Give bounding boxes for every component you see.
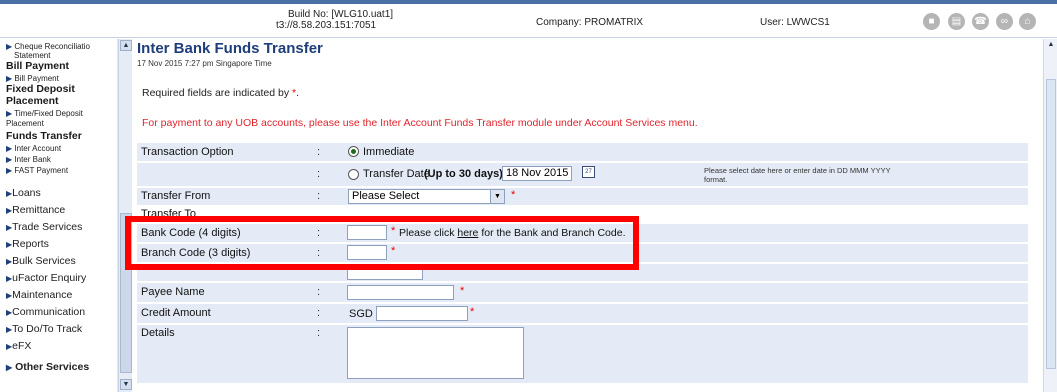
colon: : bbox=[317, 146, 321, 158]
sidebar-item-time-fixed-deposit[interactable]: ▶ Time/Fixed Deposit bbox=[6, 109, 83, 118]
triangle-icon: ▶ bbox=[6, 166, 13, 175]
credit-amount-label: Credit Amount bbox=[141, 307, 211, 319]
transfer-date-radio[interactable] bbox=[348, 169, 359, 180]
sidebar-header-bill-payment: Bill Payment bbox=[6, 60, 70, 72]
payee-name-row: Payee Name : * bbox=[137, 283, 1028, 302]
immediate-label: Immediate bbox=[363, 146, 415, 158]
triangle-icon: ▶ bbox=[6, 74, 13, 83]
sidebar-item-to-do-to-track[interactable]: ▶To Do/To Track bbox=[6, 323, 82, 335]
immediate-radio[interactable] bbox=[348, 146, 359, 157]
transfer-date-label: Transfer Date bbox=[363, 168, 430, 180]
scroll-down-icon[interactable]: ▼ bbox=[120, 379, 132, 390]
sidebar-item-maintenance[interactable]: ▶Maintenance bbox=[6, 289, 72, 301]
required-note: Required fields are indicated by *. bbox=[142, 87, 300, 99]
triangle-icon: ▶ bbox=[6, 155, 13, 164]
colon: : bbox=[317, 168, 321, 180]
sidebar-item-cheque-reconciliation[interactable]: ▶ Cheque Reconciliatio bbox=[6, 42, 90, 51]
colon: : bbox=[317, 286, 321, 298]
sidebar-header-funds-transfer: Funds Transfer bbox=[6, 130, 82, 142]
build-number: Build No: [WLG10.uat1] bbox=[288, 9, 394, 20]
user-name: User: LWWCS1 bbox=[760, 17, 830, 28]
date-format-help: Please select date here or enter date in… bbox=[704, 166, 891, 184]
home-icon[interactable]: ⌂ bbox=[1019, 13, 1036, 30]
sidebar-header-fixed-deposit: Fixed Deposit bbox=[6, 83, 75, 95]
uob-notice: For payment to any UOB accounts, please … bbox=[142, 117, 698, 129]
header-bar: Build No: [WLG10.uat1] t3://8.58.203.151… bbox=[0, 4, 1057, 38]
build-info: Build No: [WLG10.uat1] t3://8.58.203.151… bbox=[276, 9, 393, 31]
phone-icon[interactable]: ☎ bbox=[972, 13, 989, 30]
triangle-icon: ▶ bbox=[6, 42, 13, 51]
triangle-icon: ▶ bbox=[6, 363, 13, 372]
sidebar-item-trade-services[interactable]: ▶Trade Services bbox=[6, 221, 82, 233]
sidebar-item-reports[interactable]: ▶Reports bbox=[6, 238, 49, 250]
sidebar-item-inter-account[interactable]: ▶ Inter Account bbox=[6, 144, 61, 153]
details-textarea[interactable] bbox=[347, 327, 524, 379]
lock-icon[interactable]: ■ bbox=[923, 13, 940, 30]
sidebar-header-placement: Placement bbox=[6, 95, 59, 107]
transfer-from-row: Transfer From : Please Select ▼ * bbox=[137, 188, 1028, 205]
currency-label: SGD bbox=[349, 308, 373, 320]
sidebar-item-inter-bank[interactable]: ▶ Inter Bank bbox=[6, 155, 51, 164]
sidebar-item-efx[interactable]: ▶eFX bbox=[6, 340, 31, 352]
colon: : bbox=[317, 190, 321, 202]
triangle-icon: ▶ bbox=[6, 109, 13, 118]
triangle-icon: ▶ bbox=[6, 144, 13, 153]
server-address: t3://8.58.203.151:7051 bbox=[276, 20, 377, 31]
highlight-box bbox=[125, 216, 639, 270]
sidebar-item-loans[interactable]: ▶Loans bbox=[6, 187, 41, 199]
details-label: Details bbox=[141, 327, 175, 339]
sidebar-item-bill-payment[interactable]: ▶ Bill Payment bbox=[6, 74, 59, 83]
colon: : bbox=[317, 307, 321, 319]
calendar-icon[interactable]: 27 bbox=[582, 166, 595, 178]
scroll-up-icon[interactable]: ▲ bbox=[1045, 40, 1057, 51]
sidebar-item-ufactor-enquiry[interactable]: ▶uFactor Enquiry bbox=[6, 272, 86, 284]
scrollbar-thumb[interactable] bbox=[1046, 79, 1056, 369]
sidebar-item-communication[interactable]: ▶Communication bbox=[6, 306, 85, 318]
transfer-date-hint: (Up to 30 days) bbox=[424, 168, 503, 180]
details-row: Details : bbox=[137, 325, 1028, 383]
payee-name-label: Payee Name bbox=[141, 286, 205, 298]
required-star: * bbox=[511, 189, 516, 201]
transfer-date-row: : Transfer Date (Up to 30 days) 18 Nov 2… bbox=[137, 163, 1028, 186]
page-scrollbar[interactable]: ▲ bbox=[1043, 39, 1057, 392]
payee-name-input[interactable] bbox=[347, 285, 454, 300]
transaction-option-row: Transaction Option : Immediate bbox=[137, 143, 1028, 161]
transaction-option-label: Transaction Option bbox=[141, 146, 234, 158]
credit-amount-row: Credit Amount : SGD * bbox=[137, 304, 1028, 323]
sidebar-item-statement[interactable]: Statement bbox=[14, 51, 50, 60]
company-name: Company: PROMATRIX bbox=[536, 17, 644, 28]
sidebar-item-remittance[interactable]: ▶Remittance bbox=[6, 204, 65, 216]
scroll-up-icon[interactable]: ▲ bbox=[120, 40, 132, 51]
sidebar-item-placement[interactable]: Placement bbox=[6, 119, 44, 128]
transfer-from-label: Transfer From bbox=[141, 190, 211, 202]
transfer-from-select[interactable]: Please Select ▼ bbox=[348, 189, 505, 204]
transfer-date-input[interactable]: 18 Nov 2015 bbox=[502, 166, 572, 181]
sidebar-item-fast-payment[interactable]: ▶ FAST Payment bbox=[6, 166, 68, 175]
required-star: * bbox=[470, 306, 475, 318]
page-timestamp: 17 Nov 2015 7:27 pm Singapore Time bbox=[137, 59, 272, 68]
left-navigation: ▶ Cheque Reconciliatio Statement Bill Pa… bbox=[0, 39, 118, 392]
print-icon[interactable]: ▤ bbox=[948, 13, 965, 30]
required-star: * bbox=[460, 285, 465, 297]
sidebar-item-bulk-services[interactable]: ▶Bulk Services bbox=[6, 255, 76, 267]
chevron-down-icon[interactable]: ▼ bbox=[490, 190, 504, 203]
page-title: Inter Bank Funds Transfer bbox=[137, 40, 323, 57]
link-icon[interactable]: ∞ bbox=[996, 13, 1013, 30]
colon: : bbox=[317, 327, 321, 339]
credit-amount-input[interactable] bbox=[376, 306, 468, 321]
sidebar-item-other-services[interactable]: ▶ Other Services bbox=[6, 361, 89, 373]
